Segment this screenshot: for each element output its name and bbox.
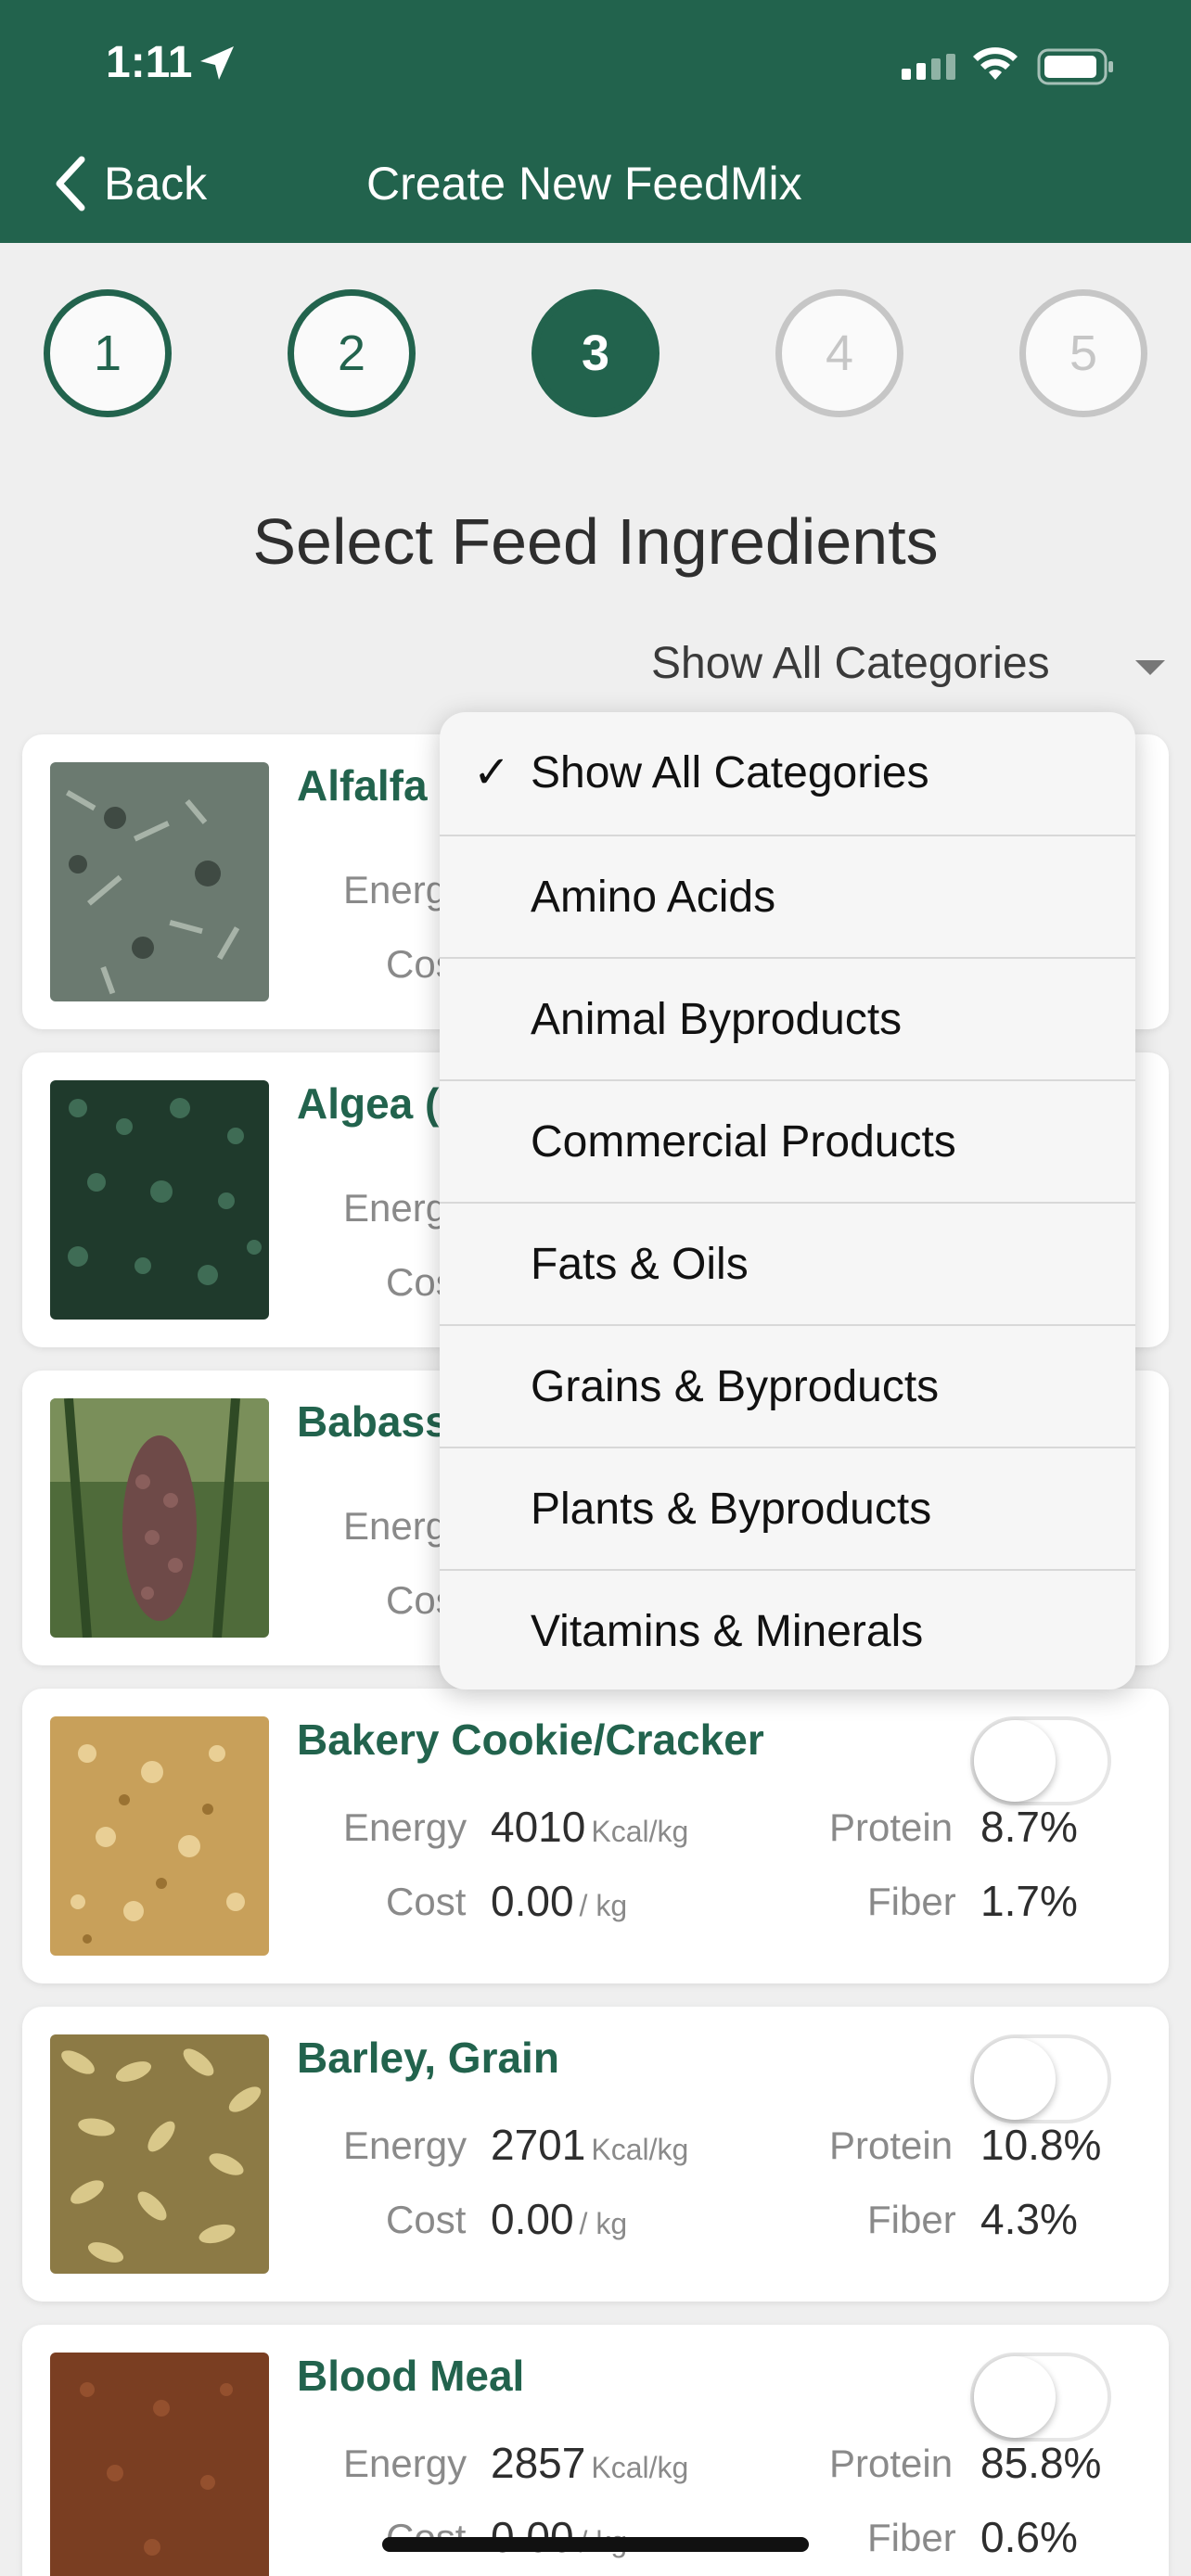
ingredient-name: Alfalfa — [297, 761, 428, 810]
ingredient-image — [50, 2034, 269, 2274]
cost-label: Cost — [386, 1880, 467, 1923]
battery-icon — [1037, 48, 1113, 85]
ingredient-image — [50, 2353, 269, 2576]
ingredient-name: Babass — [297, 1397, 449, 1446]
toggle-knob — [974, 1720, 1056, 1802]
cellular-signal-icon — [902, 54, 955, 80]
back-button[interactable]: Back — [52, 154, 207, 213]
protein-value: 85.8% — [980, 2439, 1102, 2487]
nav-header: 1:11 Back Create New FeedMix — [0, 0, 1191, 243]
energy-label: Energ — [343, 1186, 448, 1230]
dropdown-item-label: Amino Acids — [531, 873, 776, 922]
location-arrow-icon — [200, 46, 234, 80]
page-title: Select Feed Ingredients — [252, 505, 939, 578]
toggle-knob — [974, 2356, 1056, 2438]
category-select[interactable]: Show All Categories — [651, 638, 1050, 689]
protein-label: Protein — [829, 2123, 954, 2167]
protein-value: 8.7% — [980, 1803, 1078, 1851]
status-time: 1:11 — [106, 38, 193, 87]
ingredient-toggle[interactable] — [970, 2034, 1111, 2123]
dropdown-item-label: Commercial Products — [531, 1117, 956, 1167]
dropdown-item-amino-acids[interactable]: Amino Acids — [440, 835, 1135, 957]
ingredient-card[interactable]: Barley, Grain Energy 2701 Kcal/kg Cost 0.… — [22, 2007, 1169, 2302]
energy-value: 2857 Kcal/kg — [491, 2439, 689, 2487]
dropdown-item-label: Fats & Oils — [531, 1240, 749, 1289]
wifi-icon — [973, 47, 1018, 80]
dropdown-item-commercial-products[interactable]: Commercial Products — [440, 1079, 1135, 1202]
dropdown-item-label: Animal Byproducts — [531, 995, 903, 1044]
chevron-left-icon — [56, 156, 85, 211]
dropdown-item-fats-oils[interactable]: Fats & Oils — [440, 1202, 1135, 1324]
fiber-label: Fiber — [867, 1880, 956, 1923]
ingredient-name: Algea ( — [297, 1079, 440, 1128]
ingredient-image — [50, 1398, 269, 1638]
dropdown-item-vitamins-minerals[interactable]: Vitamins & Minerals — [440, 1569, 1135, 1690]
ingredient-name: Bakery Cookie/Cracker — [297, 1715, 764, 1764]
back-label: Back — [104, 158, 208, 210]
home-indicator[interactable] — [382, 2537, 809, 2552]
step-2[interactable]: 2 — [288, 289, 416, 417]
ingredient-image — [50, 1080, 269, 1320]
fiber-value: 0.6% — [980, 2513, 1078, 2561]
fiber-value: 4.3% — [980, 2195, 1078, 2243]
toggle-knob — [974, 2038, 1056, 2120]
protein-value: 10.8% — [980, 2121, 1102, 2169]
dropdown-item-label: Grains & Byproducts — [531, 1362, 940, 1411]
step-1[interactable]: 1 — [44, 289, 172, 417]
protein-label: Protein — [829, 2442, 954, 2485]
nav-title: Create New FeedMix — [366, 158, 802, 210]
category-dropdown-menu: ✓ Show All Categories Amino Acids Animal… — [440, 712, 1135, 1690]
dropdown-item-grains-byproducts[interactable]: Grains & Byproducts — [440, 1324, 1135, 1447]
fiber-label: Fiber — [867, 2198, 956, 2241]
energy-label: Energy — [343, 1805, 467, 1849]
caret-down-icon[interactable] — [1133, 657, 1167, 679]
dropdown-item-show-all[interactable]: ✓ Show All Categories — [440, 712, 1135, 835]
energy-value: 2701 Kcal/kg — [491, 2121, 689, 2169]
dropdown-item-animal-byproducts[interactable]: Animal Byproducts — [440, 957, 1135, 1079]
fiber-value: 1.7% — [980, 1877, 1078, 1925]
dropdown-item-label: Vitamins & Minerals — [531, 1607, 924, 1656]
energy-label: Energ — [343, 1504, 448, 1548]
cost-value: 0.00/ kg — [491, 1877, 628, 1925]
checkmark-icon: ✓ — [473, 748, 511, 797]
energy-label: Energy — [343, 2442, 467, 2485]
step-3[interactable]: 3 — [531, 289, 660, 417]
protein-label: Protein — [829, 1805, 954, 1849]
ingredient-toggle[interactable] — [970, 1716, 1111, 1805]
ingredient-name: Blood Meal — [297, 2352, 525, 2400]
cost-label: Cost — [386, 2198, 467, 2241]
ingredient-image — [50, 1716, 269, 1956]
dropdown-item-label: Plants & Byproducts — [531, 1485, 932, 1534]
ingredient-toggle[interactable] — [970, 2353, 1111, 2442]
dropdown-item-label: Show All Categories — [531, 748, 929, 797]
energy-label: Energy — [343, 2123, 467, 2167]
cost-value: 0.00/ kg — [491, 2195, 628, 2243]
energy-label: Energ — [343, 868, 448, 912]
ingredient-card[interactable]: Bakery Cookie/Cracker Energy 4010 Kcal/kg… — [22, 1689, 1169, 1983]
step-4[interactable]: 4 — [775, 289, 903, 417]
dropdown-item-plants-byproducts[interactable]: Plants & Byproducts — [440, 1447, 1135, 1569]
ingredient-name: Barley, Grain — [297, 2034, 559, 2082]
ingredient-image — [50, 762, 269, 1001]
step-indicator: 1 2 3 4 5 — [0, 289, 1191, 419]
energy-value: 4010 Kcal/kg — [491, 1803, 689, 1851]
fiber-label: Fiber — [867, 2516, 956, 2559]
step-5[interactable]: 5 — [1019, 289, 1147, 417]
